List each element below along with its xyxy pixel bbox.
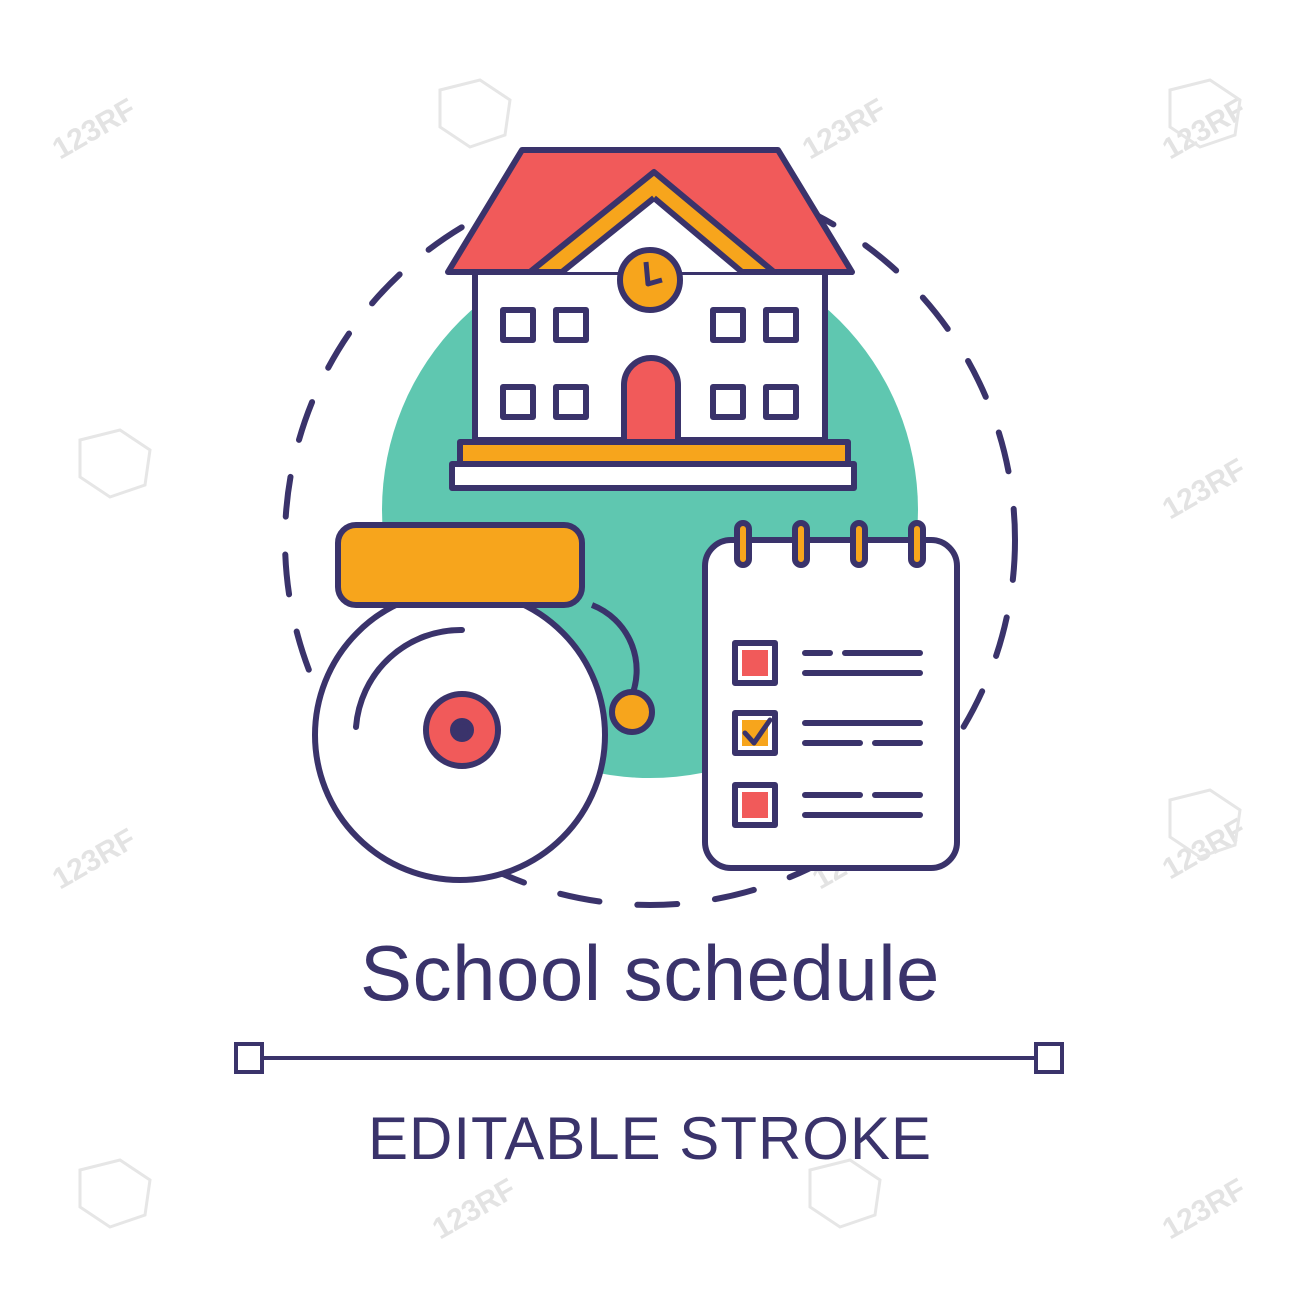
- stroke-handle-left: [234, 1042, 264, 1074]
- svg-text:123RF: 123RF: [1157, 1172, 1251, 1246]
- svg-text:123RF: 123RF: [1157, 452, 1251, 526]
- editable-stroke-line: [234, 1042, 1064, 1074]
- svg-text:123RF: 123RF: [47, 822, 141, 896]
- checklist-notepad-icon: [702, 520, 960, 871]
- clock-icon: [617, 247, 683, 313]
- svg-text:123RF: 123RF: [47, 92, 141, 166]
- subtitle-label: EDITABLE STROKE: [367, 1105, 933, 1172]
- school-building-icon: [445, 147, 857, 491]
- page-title: School schedule: [360, 929, 940, 1017]
- stroke-handle-right: [1034, 1042, 1064, 1074]
- svg-text:123RF: 123RF: [797, 92, 891, 166]
- svg-text:123RF: 123RF: [427, 1172, 521, 1246]
